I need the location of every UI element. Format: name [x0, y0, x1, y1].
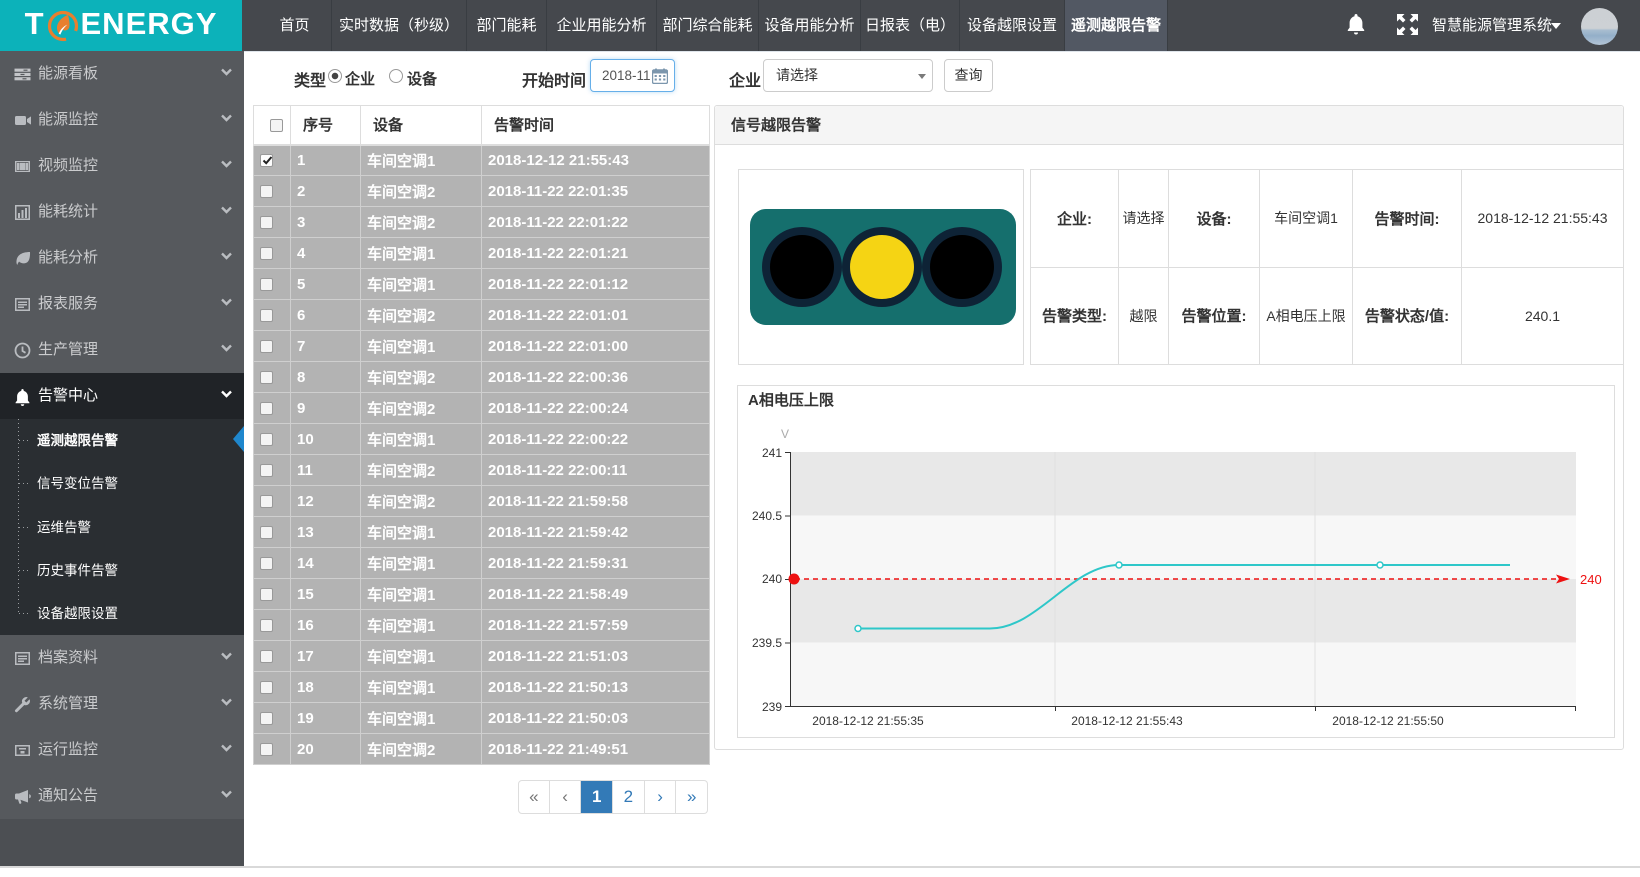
svg-text:2018-12-12 21:55:35: 2018-12-12 21:55:35 — [812, 714, 924, 728]
svg-text:241: 241 — [762, 446, 782, 460]
svg-text:240: 240 — [1580, 572, 1602, 587]
svg-text:V: V — [781, 427, 789, 441]
svg-text:239: 239 — [762, 700, 782, 714]
svg-text:2018-12-12 21:55:43: 2018-12-12 21:55:43 — [1071, 714, 1183, 728]
svg-text:240.5: 240.5 — [752, 509, 782, 523]
svg-text:239.5: 239.5 — [752, 636, 782, 650]
svg-text:A相电压上限: A相电压上限 — [748, 391, 834, 409]
svg-text:240: 240 — [762, 572, 782, 586]
svg-text:2018-12-12 21:55:50: 2018-12-12 21:55:50 — [1332, 714, 1444, 728]
